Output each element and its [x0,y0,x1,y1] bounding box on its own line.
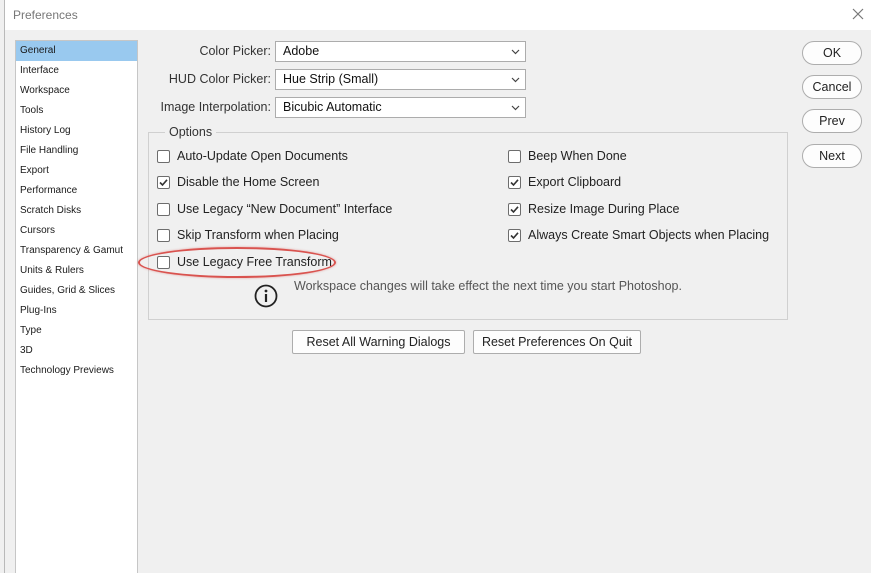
checkbox-box[interactable] [508,228,521,242]
sidebar-item-3d[interactable]: 3D [16,341,137,361]
sidebar-item-interface[interactable]: Interface [16,61,137,81]
sidebar-item-file-handling[interactable]: File Handling [16,141,137,161]
reset-warning-dialogs-button[interactable]: Reset All Warning Dialogs [292,330,465,354]
sidebar-item-workspace[interactable]: Workspace [16,81,137,101]
image-interpolation-select[interactable]: Bicubic Automatic [275,97,526,118]
checkbox-label: Export Clipboard [528,175,622,189]
sidebar-item-guides-grid-slices[interactable]: Guides, Grid & Slices [16,281,137,301]
sidebar-item-type[interactable]: Type [16,321,137,341]
checkbox-box[interactable] [157,175,170,189]
checkbox-label: Always Create Smart Objects when Placing [528,228,770,242]
sidebar-item-general[interactable]: General [16,41,137,61]
chevron-down-icon [511,77,520,83]
sidebar-item-plug-ins[interactable]: Plug-Ins [16,301,137,321]
sidebar-item-performance[interactable]: Performance [16,181,137,201]
prev-button[interactable]: Prev [802,109,862,133]
sidebar-item-technology-previews[interactable]: Technology Previews [16,361,137,381]
checkbox-label: Disable the Home Screen [177,175,320,189]
color-picker-select[interactable]: Adobe [275,41,526,62]
sidebar-item-history-log[interactable]: History Log [16,121,137,141]
checkmark-icon [510,205,519,213]
skip-transform-checkbox[interactable]: Skip Transform when Placing [157,227,339,243]
options-legend: Options [165,125,217,139]
close-icon[interactable] [850,6,866,22]
sidebar-item-scratch-disks[interactable]: Scratch Disks [16,201,137,221]
hud-color-picker-value: Hue Strip (Small) [283,72,379,86]
checkmark-icon [510,231,519,239]
sidebar-item-units-rulers[interactable]: Units & Rulers [16,261,137,281]
category-sidebar: General Interface Workspace Tools Histor… [15,40,138,573]
checkbox-label: Resize Image During Place [528,202,680,216]
always-create-smart-objects-checkbox[interactable]: Always Create Smart Objects when Placing [508,227,769,243]
image-interpolation-value: Bicubic Automatic [283,100,382,114]
sidebar-item-cursors[interactable]: Cursors [16,221,137,241]
info-icon [254,284,278,308]
checkbox-box[interactable] [157,228,170,242]
hud-color-picker-select[interactable]: Hue Strip (Small) [275,69,526,90]
checkbox-box[interactable] [508,202,521,216]
checkbox-label: Auto-Update Open Documents [177,149,348,163]
image-interpolation-label: Image Interpolation: [160,100,272,114]
checkbox-label: Use Legacy “New Document” Interface [177,202,393,216]
export-clipboard-checkbox[interactable]: Export Clipboard [508,174,621,190]
checkbox-box[interactable] [508,175,521,189]
legacy-free-transform-checkbox[interactable]: Use Legacy Free Transform [157,254,332,270]
checkbox-label: Use Legacy Free Transform [177,255,332,269]
title-bar: Preferences [5,0,871,30]
workspace-info-text: Workspace changes will take effect the n… [294,279,682,293]
checkmark-icon [510,178,519,186]
next-button[interactable]: Next [802,144,862,168]
sidebar-item-export[interactable]: Export [16,161,137,181]
checkbox-label: Beep When Done [528,149,627,163]
checkbox-box[interactable] [157,202,170,216]
preferences-dialog: Preferences General Interface Workspace … [4,0,871,573]
checkbox-label: Skip Transform when Placing [177,228,339,242]
legacy-new-document-checkbox[interactable]: Use Legacy “New Document” Interface [157,201,392,217]
chevron-down-icon [511,49,520,55]
reset-preferences-on-quit-button[interactable]: Reset Preferences On Quit [473,330,641,354]
sidebar-item-transparency-gamut[interactable]: Transparency & Gamut [16,241,137,261]
cancel-button[interactable]: Cancel [802,75,862,99]
checkbox-box[interactable] [157,255,170,269]
sidebar-item-tools[interactable]: Tools [16,101,137,121]
disable-home-screen-checkbox[interactable]: Disable the Home Screen [157,174,319,190]
auto-update-open-documents-checkbox[interactable]: Auto-Update Open Documents [157,148,348,164]
resize-image-during-place-checkbox[interactable]: Resize Image During Place [508,201,679,217]
window-title: Preferences [13,8,78,22]
color-picker-label: Color Picker: [199,44,271,58]
hud-color-picker-label: HUD Color Picker: [168,72,271,86]
checkmark-icon [159,178,168,186]
color-picker-value: Adobe [283,44,320,58]
chevron-down-icon [511,105,520,111]
checkbox-box[interactable] [508,149,521,163]
checkbox-box[interactable] [157,149,170,163]
beep-when-done-checkbox[interactable]: Beep When Done [508,148,627,164]
ok-button[interactable]: OK [802,41,862,65]
